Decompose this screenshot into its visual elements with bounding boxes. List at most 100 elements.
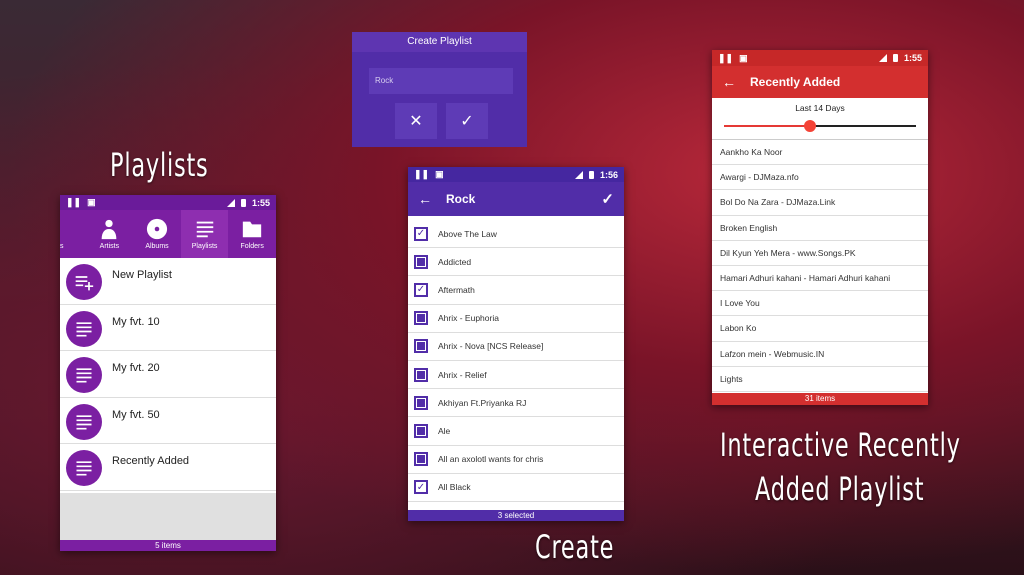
playlist-item[interactable]: My fvt. 20 (60, 351, 276, 398)
checkbox-unchecked[interactable] (414, 367, 428, 382)
checkbox-checked[interactable]: ✓ (414, 480, 428, 495)
song-list[interactable]: ✓ Above The Law Addicted ✓ Aftermath Ahrix - … (408, 220, 624, 502)
song-row[interactable]: I Love You (712, 291, 928, 317)
playlist-icon (66, 310, 102, 347)
check-icon: ✓ (416, 284, 426, 296)
caption-create: Create (535, 528, 615, 566)
selected-count: 3 selected (408, 510, 624, 521)
playlist-name: My fvt. 50 (112, 408, 160, 421)
song-row[interactable]: All an axolotl wants for chris (408, 446, 624, 474)
playlist-name-input[interactable]: Rock (369, 68, 513, 94)
song-row[interactable]: ✓ All Black (408, 474, 624, 502)
song-row[interactable]: Ahrix - Nova [NCS Release] (408, 333, 624, 361)
song-row[interactable]: Akhiyan Ft.Priyanka RJ (408, 389, 624, 418)
playlists-screen: ❚❚ ▣ 1:55 s Artists Albums Playlists Fold… (60, 195, 276, 551)
clock: 1:56 (599, 169, 618, 180)
tab-label: Albums (145, 243, 169, 250)
checkbox-unchecked[interactable] (414, 395, 428, 410)
song-row[interactable]: ✓ Aftermath (408, 276, 624, 305)
back-arrow-icon[interactable]: ← (418, 191, 432, 207)
checkbox-unchecked[interactable] (414, 423, 428, 438)
item-count: 5 items (60, 540, 276, 551)
check-icon[interactable]: ✓ (601, 190, 614, 208)
slider-fill (724, 125, 811, 127)
signal-icon (574, 170, 583, 179)
tab-playlists[interactable]: Playlists (180, 210, 229, 258)
song-row[interactable]: Bol Do Na Zara - DJMaza.Link (712, 190, 928, 216)
song-row[interactable]: Awargi - DJMaza.nfo (712, 165, 928, 191)
playlist-name: My fvt. 10 (112, 315, 160, 328)
create-playlist-dialog: Create Playlist Rock ✕ ✓ (352, 32, 527, 147)
tab-songs[interactable]: s (60, 210, 86, 258)
songs-icon (60, 218, 73, 240)
slider-label: Last 14 Days (795, 103, 845, 113)
song-row[interactable]: Ahrix - Euphoria (408, 305, 624, 333)
dialog-title: Create Playlist (352, 32, 527, 52)
back-arrow-icon[interactable]: ← (722, 74, 736, 90)
playlist-name: Recently Added (112, 455, 190, 468)
confirm-button[interactable]: ✓ (446, 103, 488, 139)
caption-playlists: Playlists (110, 146, 209, 184)
song-title: Addicted (438, 256, 472, 267)
song-title: Akhiyan Ft.Priyanka RJ (438, 397, 527, 408)
checkbox-checked[interactable]: ✓ (414, 282, 428, 297)
song-row[interactable]: Addicted (408, 248, 624, 277)
folder-icon (243, 221, 262, 238)
checkbox-checked[interactable]: ✓ (414, 226, 428, 241)
song-row[interactable]: Lights (712, 367, 928, 392)
pause-icon: ❚❚ (718, 52, 734, 63)
artist-icon (102, 219, 117, 240)
checkbox-unchecked[interactable] (414, 339, 428, 354)
item-count: 31 items (712, 393, 928, 405)
cancel-button[interactable]: ✕ (395, 103, 437, 139)
song-row[interactable]: ✓ Above The Law (408, 220, 624, 249)
status-bar: ❚❚ ▣ 1:55 (712, 50, 928, 66)
screen-title: Rock (446, 192, 476, 206)
song-row[interactable]: Ahrix - Relief (408, 361, 624, 390)
tab-bar: s Artists Albums Playlists Folders (60, 210, 276, 258)
playlist-item[interactable]: My fvt. 10 (60, 305, 276, 352)
android-icon: ▣ (739, 52, 748, 63)
signal-icon (226, 198, 235, 207)
caption-interactive-2: Added Playlist (755, 470, 925, 508)
screen-title: Recently Added (750, 75, 841, 89)
days-slider[interactable] (724, 120, 916, 132)
close-icon: ✕ (409, 113, 423, 130)
playlist-item[interactable]: Recently Added (60, 444, 276, 491)
playlist-item[interactable]: My fvt. 50 (60, 398, 276, 445)
toolbar: ← Rock ✓ (408, 182, 624, 216)
playlist-item[interactable]: New Playlist (60, 258, 276, 305)
song-title: Aftermath (438, 284, 475, 295)
tab-label: Artists (99, 243, 120, 250)
tab-folders[interactable]: Folders (228, 210, 276, 258)
checkbox-unchecked[interactable] (414, 311, 428, 326)
slider-thumb[interactable] (804, 120, 817, 132)
tab-label: s (60, 243, 64, 250)
tab-artists[interactable]: Artists (86, 210, 134, 258)
song-row[interactable]: Ale (408, 417, 624, 446)
song-row[interactable]: Hamari Adhuri kahani - Hamari Adhuri kah… (712, 266, 928, 292)
checkbox-unchecked[interactable] (414, 452, 428, 467)
song-row[interactable]: Dil Kyun Yeh Mera - www.Songs.PK (712, 241, 928, 266)
song-row[interactable]: Labon Ko (712, 316, 928, 342)
song-row[interactable]: Broken English (712, 216, 928, 241)
tab-albums[interactable]: Albums (133, 210, 181, 258)
checkbox-unchecked[interactable] (414, 254, 428, 269)
song-title: Ahrix - Relief (438, 369, 487, 380)
rock-screen: ❚❚ ▣ 1:56 ← Rock ✓ ✓ Above The Law Addicted… (408, 167, 624, 521)
battery-icon (240, 198, 246, 207)
playlist-icon (66, 403, 102, 440)
playlist-icon (66, 450, 102, 487)
pause-icon: ❚❚ (414, 169, 430, 179)
song-title: Above The Law (438, 228, 497, 239)
song-row[interactable]: Aankho Ka Noor (712, 140, 928, 166)
playlist-list: New Playlist My fvt. 10 My fvt. 20 My fvt. … (60, 258, 276, 491)
tab-label: Playlists (191, 243, 218, 250)
status-bar: ❚❚ ▣ 1:55 (60, 195, 276, 210)
check-icon: ✓ (416, 228, 426, 240)
song-row[interactable]: Lafzon mein - Webmusic.IN (712, 342, 928, 367)
check-icon: ✓ (416, 481, 426, 493)
battery-icon (588, 170, 594, 179)
playlist-icon (196, 221, 213, 238)
toolbar: ← Recently Added (712, 66, 928, 98)
